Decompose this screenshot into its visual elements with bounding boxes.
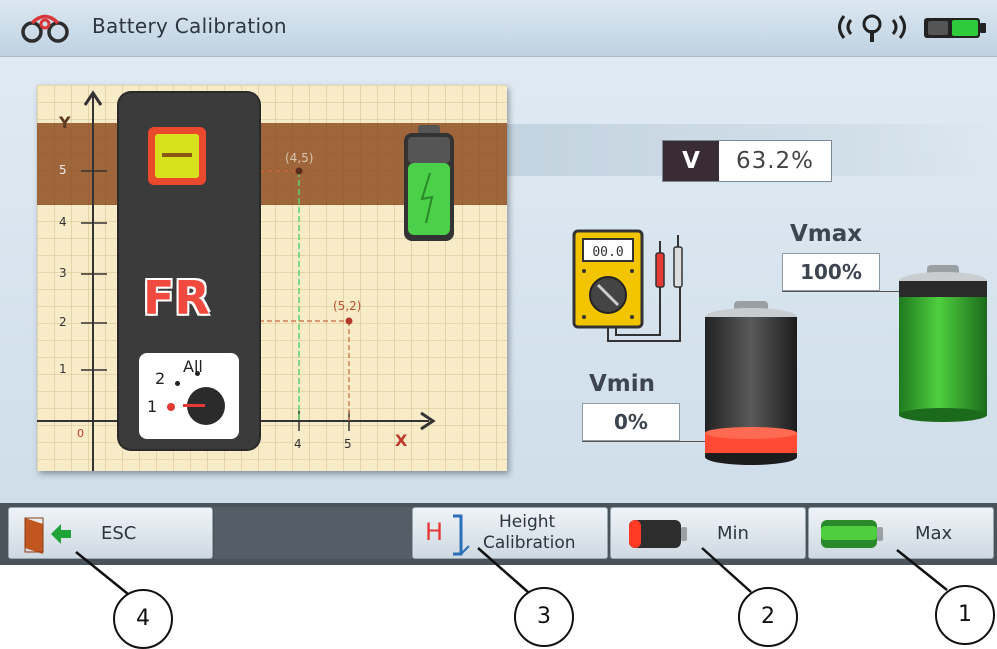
callout-1: 1 <box>935 585 995 645</box>
callout-2: 2 <box>738 587 798 647</box>
callout-3: 3 <box>514 587 574 647</box>
callout-leaders <box>75 547 948 595</box>
callout-4: 4 <box>113 589 173 649</box>
